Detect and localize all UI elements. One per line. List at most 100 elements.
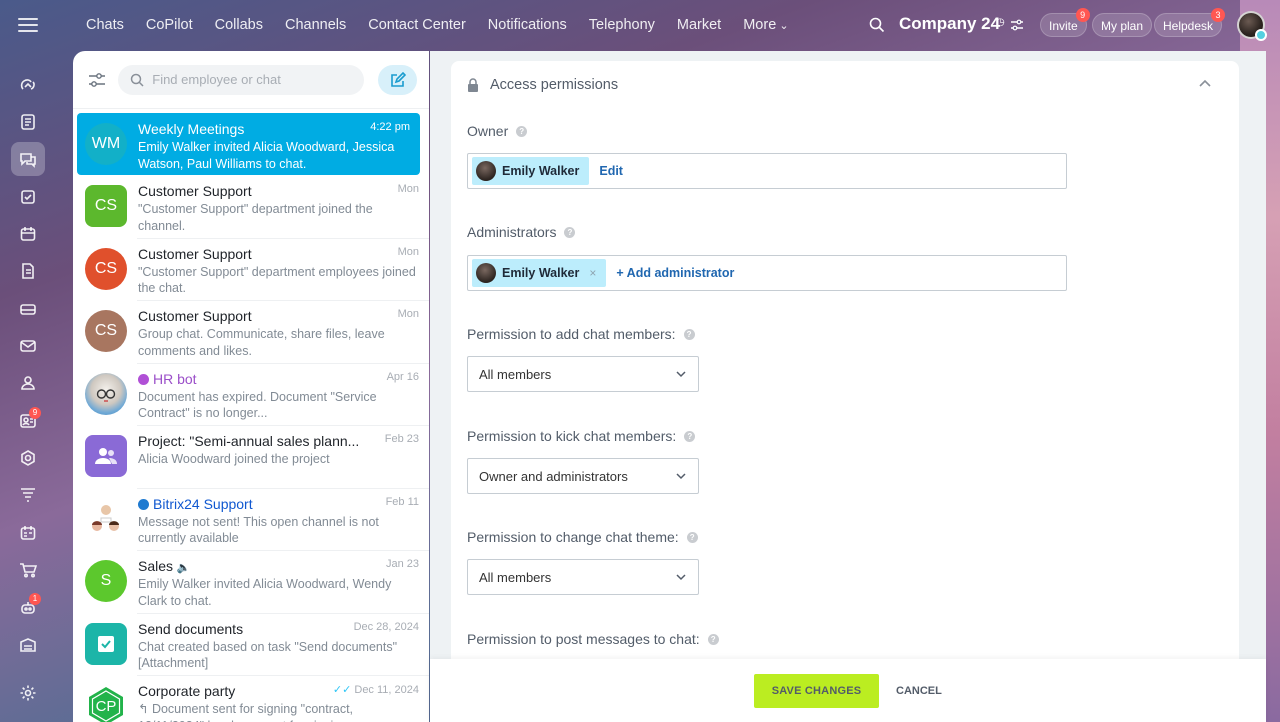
menu-icon[interactable] [18,16,38,34]
group-icon [95,448,117,464]
settings-footer: SAVE CHANGES CANCEL [430,659,1266,722]
chat-title-text: HR bot [153,370,197,387]
chat-item-bitrix24-support[interactable]: Bitrix24 Support Message not sent! This … [73,487,429,551]
b24-icon [138,498,149,510]
invite-badge: 9 [1075,8,1090,22]
help-icon[interactable]: ? [564,226,576,238]
owner-name: Emily Walker [502,164,580,178]
collapse-chevron-icon[interactable] [1199,78,1211,90]
add-administrator-link[interactable]: + Add administrator [616,266,734,280]
select-value: Owner and administrators [479,468,628,484]
user-avatar[interactable] [1237,11,1267,41]
nav-contact-center[interactable]: Contact Center [368,17,466,33]
nav-telephony[interactable]: Telephony [589,17,655,33]
rail-tasks-icon[interactable] [11,105,45,139]
chat-time: ✓✓ Dec 11, 2024 [333,683,419,696]
my-plan-label: My plan [1101,19,1144,33]
helpdesk-button[interactable]: Helpdesk 3 [1154,8,1226,37]
perm-add-members-select[interactable]: All members [467,356,699,392]
perm-kick-members-select[interactable]: Owner and administrators [467,458,699,494]
rail-drive-icon[interactable] [11,292,45,326]
chat-item-weekly-meetings[interactable]: WM Weekly Meetings Emily Walker invited … [77,113,420,175]
chat-item-hr-bot[interactable]: HR bot Document has expired. Document "S… [73,362,429,426]
section-header[interactable]: Access permissions [451,61,1239,109]
chat-item-corporate-party[interactable]: CP Corporate party ↰ Document sent for s… [73,675,429,722]
save-changes-button[interactable]: SAVE CHANGES [754,674,879,708]
chat-preview: Chat created based on task "Send documen… [138,639,398,671]
nav-channels[interactable]: Channels [285,17,346,33]
invite-button[interactable]: Invite 9 [1040,8,1090,37]
company-name[interactable]: Company 24 [899,14,1000,34]
owner-edit-link[interactable]: Edit [599,164,623,178]
help-icon[interactable]: ? [684,430,696,442]
chat-title: Send documents [138,620,244,637]
chat-item-customer-support-dept[interactable]: CS Customer Support "Customer Support" d… [73,237,429,301]
my-plan-button[interactable]: My plan [1092,13,1153,37]
help-icon[interactable]: ? [707,633,719,645]
top-navigation: Chats CoPilot Collabs Channels Contact C… [86,0,811,50]
bot-icon [138,373,149,385]
section-title: Access permissions [490,77,619,93]
automation-badge: 1 [29,593,41,605]
rail-settings-icon[interactable] [11,676,45,710]
admin-avatar [476,263,496,283]
administrators-field[interactable]: Emily Walker × + Add administrator [467,255,1067,291]
chat-avatar: CS [85,185,127,227]
filter-icon[interactable] [85,68,108,92]
nav-copilot[interactable]: CoPilot [146,17,193,33]
chat-search-box[interactable] [118,64,365,95]
top-search-icon[interactable] [868,16,886,34]
rail-mail-icon[interactable] [11,329,45,363]
cancel-button[interactable]: CANCEL [896,674,942,708]
chat-avatar: WM [85,123,127,165]
rail-calendar-icon[interactable] [11,217,45,251]
chat-item-project[interactable]: Project: "Semi-annual sales plann... Ali… [73,425,429,488]
rail-shop-icon[interactable] [11,553,45,587]
chat-item-send-documents[interactable]: Send documents Chat created based on tas… [73,612,429,676]
owner-chip[interactable]: Emily Walker [472,157,590,185]
chat-title: Customer Support [138,245,252,262]
perm-kick-label-text: Permission to kick chat members: [467,428,677,444]
nav-chats[interactable]: Chats [86,17,124,33]
admins-label-text: Administrators [467,224,557,240]
rail-sites-icon[interactable] [11,441,45,475]
nav-market[interactable]: Market [677,17,721,33]
chat-item-sales[interactable]: S Sales 🔈 Emily Walker invited Alicia Wo… [73,550,429,613]
nav-more[interactable]: More [743,17,788,33]
remove-admin-icon[interactable]: × [589,266,596,280]
rail-funnel-icon[interactable] [11,478,45,512]
rail-planner-icon[interactable] [11,516,45,550]
perm-post-messages-label: Permission to post messages to chat:? [467,631,719,647]
chat-time: Feb 11 [385,495,419,508]
new-chat-button[interactable] [378,64,417,95]
admin-chip[interactable]: Emily Walker × [472,259,607,287]
chat-item-customer-support-channel[interactable]: CS Customer Support "Customer Support" d… [73,175,429,238]
chat-search-input[interactable] [152,72,353,87]
chat-time: Mon [397,308,419,320]
nav-collabs[interactable]: Collabs [215,17,263,33]
rail-checklist-icon[interactable] [11,180,45,214]
select-value: All members [479,569,552,585]
chat-avatar: CS [85,247,127,290]
tune-icon[interactable] [1010,18,1024,32]
rail-automation-icon[interactable]: 1 [11,590,45,624]
help-icon[interactable]: ? [686,531,698,543]
help-icon[interactable]: ? [516,125,528,137]
rail-employees-icon[interactable] [11,366,45,400]
rail-docs-icon[interactable] [11,254,45,288]
perm-change-theme-select[interactable]: All members [467,559,699,595]
help-icon[interactable]: ? [683,328,695,340]
rail-inventory-icon[interactable] [11,628,45,662]
perm-add-label-text: Permission to add chat members: [467,326,676,342]
helpdesk-badge: 3 [1211,8,1226,22]
perm-kick-members-label: Permission to kick chat members:? [467,428,696,444]
rail-feed-icon[interactable] [11,68,45,102]
owner-label: Owner? [467,123,528,139]
perm-theme-label-text: Permission to change chat theme: [467,529,679,545]
nav-notifications[interactable]: Notifications [488,17,567,33]
rail-contact-center-icon[interactable]: 9 [11,404,45,438]
chat-preview: Group chat. Communicate, share files, le… [138,327,385,358]
chat-item-customer-support-group[interactable]: CS Customer Support Group chat. Communic… [73,300,429,363]
owner-field[interactable]: Emily Walker Edit [467,153,1067,189]
rail-chats-icon[interactable] [11,142,45,176]
